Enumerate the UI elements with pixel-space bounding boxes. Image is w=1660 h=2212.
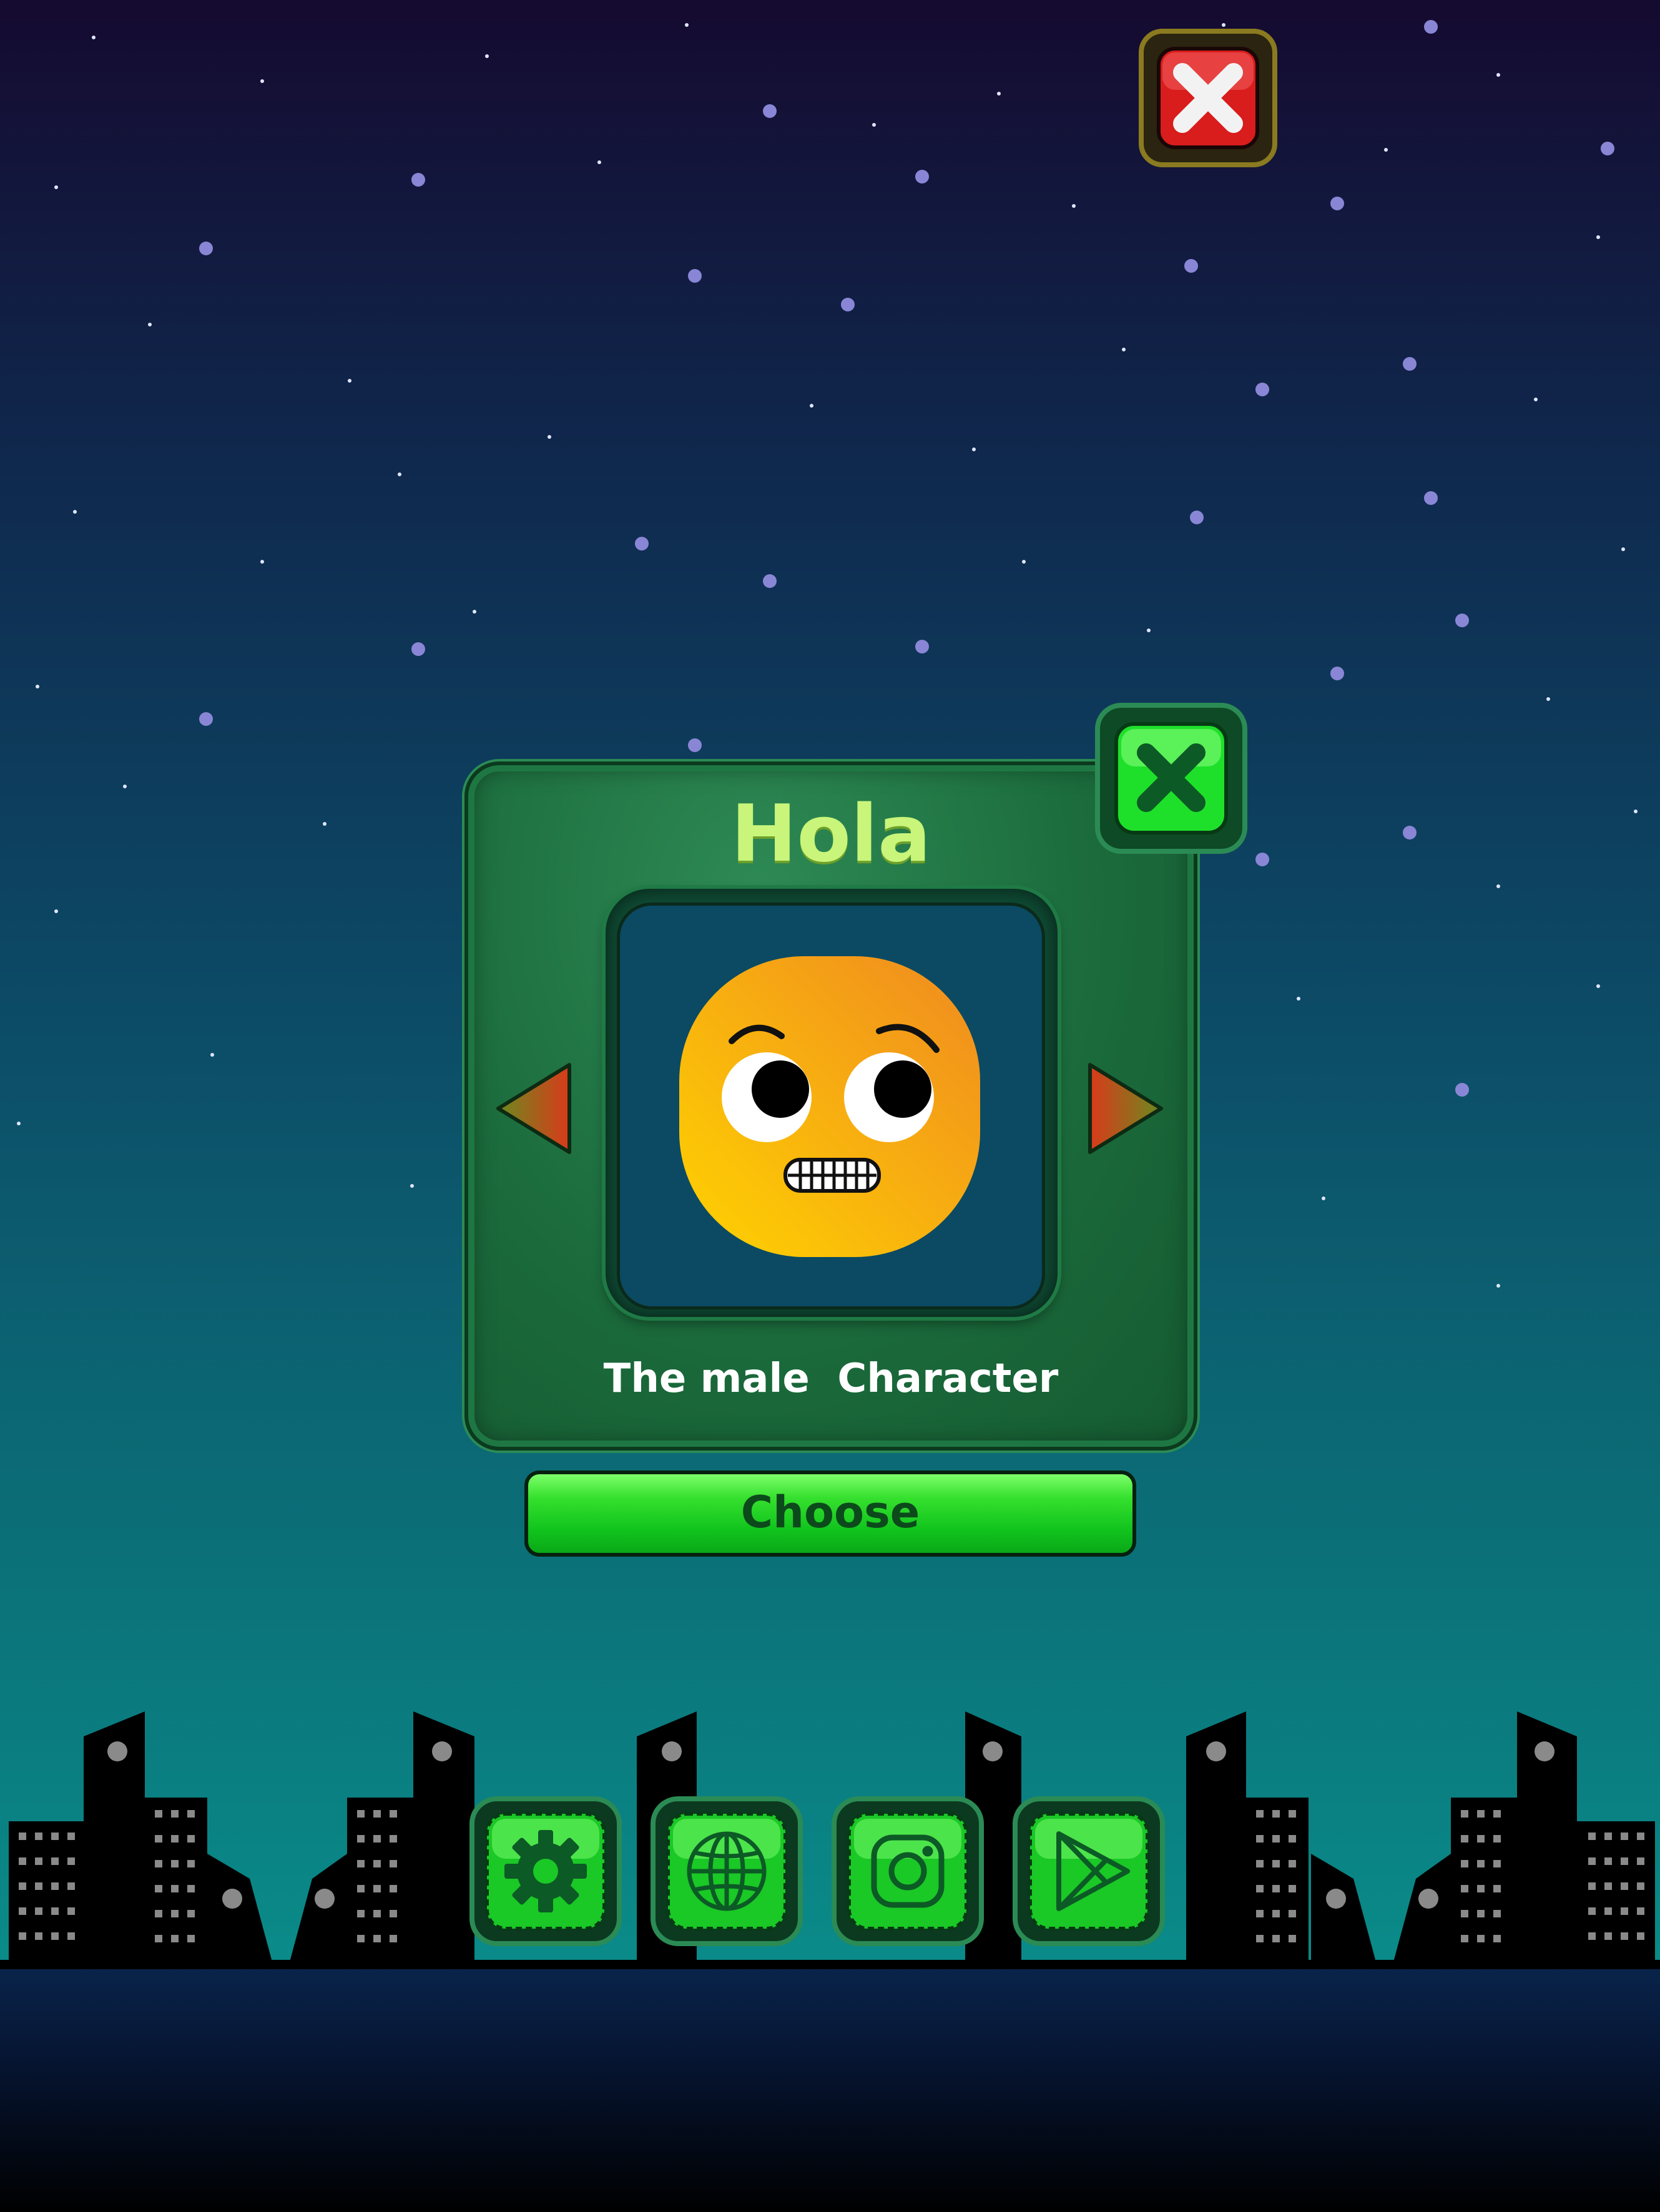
top-close-button[interactable] — [1137, 27, 1279, 169]
dialog-title: Hola — [730, 788, 931, 879]
character-viewport — [617, 903, 1045, 1309]
triangle-left-icon — [496, 1063, 571, 1154]
play-store-button[interactable] — [1011, 1795, 1166, 1947]
dialog-close-button[interactable] — [1094, 702, 1249, 855]
triangle-right-icon — [1088, 1063, 1163, 1154]
choose-button[interactable]: Choose — [524, 1471, 1136, 1557]
globe-icon — [687, 1831, 767, 1911]
close-icon — [1095, 703, 1247, 854]
next-character-button[interactable] — [1085, 1061, 1166, 1155]
ground-strip — [0, 1969, 1660, 2212]
instagram-button[interactable] — [830, 1795, 985, 1947]
settings-button[interactable] — [468, 1795, 623, 1947]
previous-character-button[interactable] — [493, 1061, 574, 1155]
language-button[interactable] — [649, 1795, 804, 1947]
character-name-label: The male Character — [603, 1356, 1059, 1402]
gear-icon — [504, 1830, 587, 1912]
close-icon — [1139, 29, 1277, 167]
